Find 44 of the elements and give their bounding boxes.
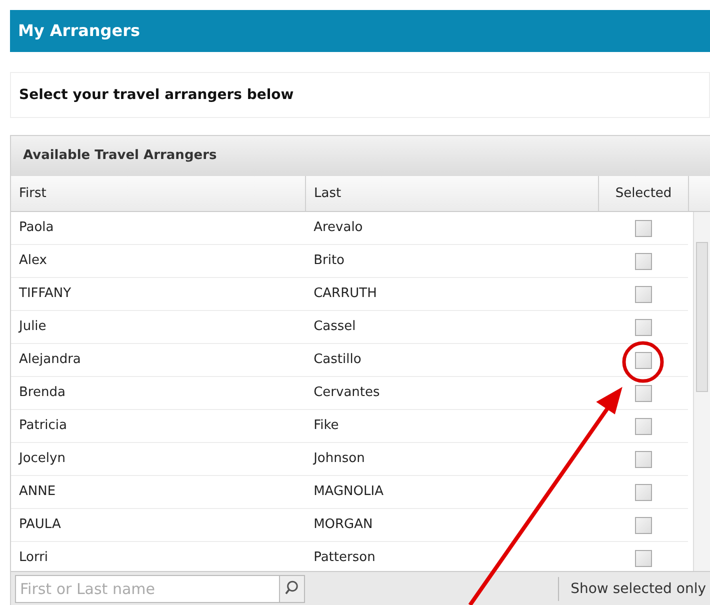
last-name-cell-text: Johnson xyxy=(312,450,366,468)
last-name-cell-text: Brito xyxy=(312,252,346,270)
first-name-cell-text: TIFFANY xyxy=(18,285,72,304)
first-name-cell-text: Brenda xyxy=(18,384,66,402)
first-name-cell-text: Jocelyn xyxy=(17,450,66,468)
search-icon[interactable] xyxy=(280,575,305,603)
last-name-cell-text: Patterson xyxy=(312,549,376,568)
checkbox[interactable] xyxy=(634,450,652,468)
page-title: My Arrangers xyxy=(18,20,140,42)
first-name-cell-text: Paola xyxy=(18,219,55,238)
column-header[interactable]: Last xyxy=(306,176,599,211)
first-name-cell-text: Alex xyxy=(18,252,48,270)
column-header[interactable]: Selected xyxy=(599,176,689,211)
checkbox[interactable] xyxy=(634,384,652,402)
checkbox[interactable] xyxy=(634,352,652,368)
checkbox[interactable] xyxy=(634,484,652,500)
checkbox[interactable] xyxy=(634,252,652,270)
first-name-cell-text: Julie xyxy=(17,318,48,336)
first-name-cell-text: Alejandra xyxy=(18,351,82,370)
first-name-cell-text: PAULA xyxy=(18,516,62,534)
panel-title: Available Travel Arrangers xyxy=(23,147,217,166)
checkbox[interactable] xyxy=(634,516,652,534)
last-name-cell-text: MAGNOLIA xyxy=(312,483,384,502)
scrollbar[interactable] xyxy=(693,212,710,571)
last-name-cell-text: Fike xyxy=(312,417,340,436)
checkbox[interactable] xyxy=(634,318,652,336)
checkbox[interactable] xyxy=(634,286,652,302)
annotation-circle xyxy=(622,341,664,383)
last-name-cell-text: Arevalo xyxy=(312,219,364,238)
last-name-cell-text: CARRUTH xyxy=(312,285,378,304)
checkbox[interactable] xyxy=(634,550,652,566)
last-name-cell-text: MORGAN xyxy=(312,516,374,534)
show-selected-button[interactable]: Show selected only xyxy=(570,578,710,600)
first-name-cell-text: Patricia xyxy=(18,417,68,436)
checkbox[interactable] xyxy=(634,220,652,236)
last-name-cell-text: Cassel xyxy=(312,318,357,336)
first-name-cell-text: Lorri xyxy=(18,549,50,568)
first-name-cell-text: ANNE xyxy=(18,483,57,502)
checkbox[interactable] xyxy=(634,418,652,434)
last-name-cell-text: Cervantes xyxy=(312,384,381,402)
search-field[interactable]: First or Last name xyxy=(15,575,280,603)
last-name-cell-text: Castillo xyxy=(312,351,362,370)
column-header[interactable]: First xyxy=(11,176,306,211)
instruction-text: Select your travel arrangers below xyxy=(19,86,294,104)
